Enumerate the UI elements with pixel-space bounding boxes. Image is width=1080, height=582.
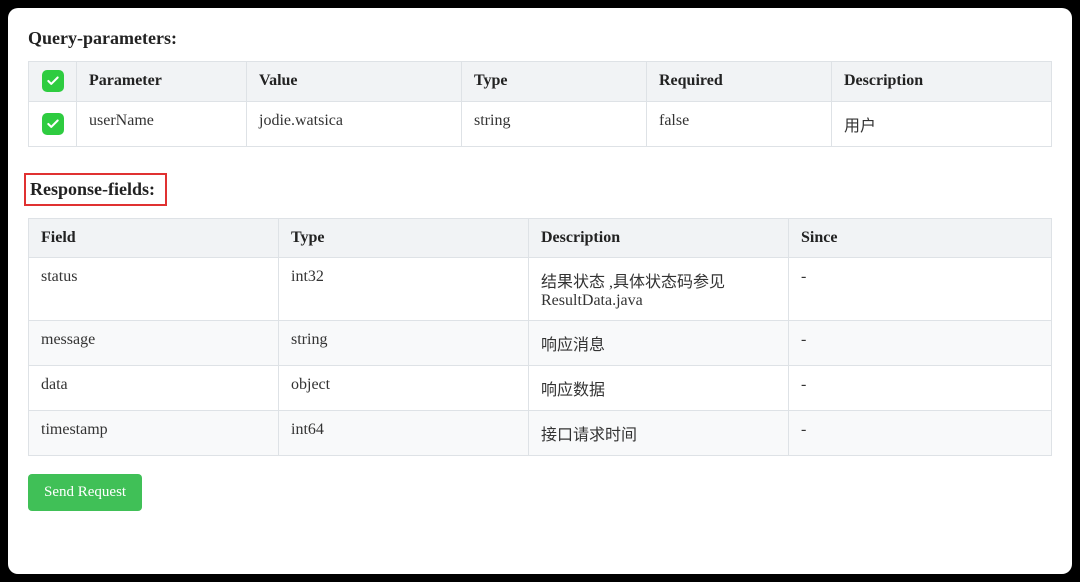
cell-type: string — [279, 321, 529, 366]
col-description: Description — [832, 62, 1052, 102]
table-row: timestamp int64 接口请求时间 - — [29, 411, 1052, 456]
table-row: data object 响应数据 - — [29, 366, 1052, 411]
cell-description: 接口请求时间 — [529, 411, 789, 456]
response-fields-table: Field Type Description Since status int3… — [28, 218, 1052, 456]
send-request-button[interactable]: Send Request — [28, 474, 142, 511]
cell-type: object — [279, 366, 529, 411]
table-header-row: Field Type Description Since — [29, 219, 1052, 258]
col-description: Description — [529, 219, 789, 258]
query-parameters-table: Parameter Value Type Required Descriptio… — [28, 61, 1052, 147]
cell-parameter: userName — [77, 102, 247, 147]
cell-value: jodie.watsica — [247, 102, 462, 147]
col-type: Type — [462, 62, 647, 102]
cell-since: - — [789, 411, 1052, 456]
cell-type: int64 — [279, 411, 529, 456]
cell-since: - — [789, 321, 1052, 366]
checkmark-icon — [42, 70, 64, 92]
cell-required: false — [647, 102, 832, 147]
row-checkbox-cell[interactable] — [29, 102, 77, 147]
col-value: Value — [247, 62, 462, 102]
table-row: message string 响应消息 - — [29, 321, 1052, 366]
cell-description: 响应数据 — [529, 366, 789, 411]
col-since: Since — [789, 219, 1052, 258]
cell-since: - — [789, 366, 1052, 411]
cell-field: timestamp — [29, 411, 279, 456]
response-fields-title: Response-fields: — [24, 173, 167, 206]
cell-description: 响应消息 — [529, 321, 789, 366]
col-parameter: Parameter — [77, 62, 247, 102]
cell-field: data — [29, 366, 279, 411]
table-row: status int32 结果状态 ,具体状态码参见 ResultData.ja… — [29, 258, 1052, 321]
select-all-cell[interactable] — [29, 62, 77, 102]
cell-since: - — [789, 258, 1052, 321]
cell-field: message — [29, 321, 279, 366]
query-parameters-title: Query-parameters: — [28, 28, 177, 49]
checkmark-icon — [42, 113, 64, 135]
cell-type: string — [462, 102, 647, 147]
cell-description: 用户 — [832, 102, 1052, 147]
col-required: Required — [647, 62, 832, 102]
col-field: Field — [29, 219, 279, 258]
col-type: Type — [279, 219, 529, 258]
cell-description: 结果状态 ,具体状态码参见 ResultData.java — [529, 258, 789, 321]
table-row: userName jodie.watsica string false 用户 — [29, 102, 1052, 147]
api-doc-card: Query-parameters: Parameter Value Type R… — [8, 8, 1072, 574]
cell-field: status — [29, 258, 279, 321]
cell-type: int32 — [279, 258, 529, 321]
table-header-row: Parameter Value Type Required Descriptio… — [29, 62, 1052, 102]
